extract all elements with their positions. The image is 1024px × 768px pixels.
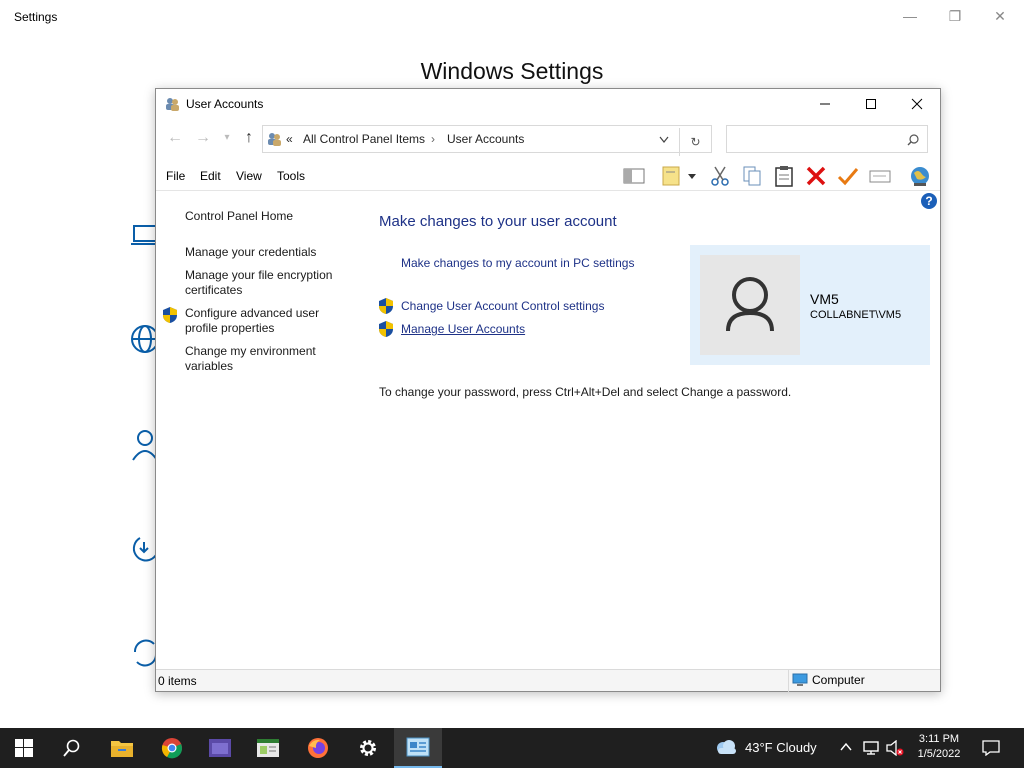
cut-icon[interactable] [708,165,732,187]
cloudy-weather-icon[interactable] [714,739,738,755]
taskbar-file-explorer[interactable] [98,728,146,768]
search-icon [63,739,80,757]
link-manage-credentials[interactable]: Manage your credentials [185,245,355,260]
firefox-icon [308,738,328,758]
restore-icon[interactable]: ❐ [945,8,965,26]
status-divider [788,670,789,692]
account-name: VM5 [810,291,839,307]
refresh-icon: ↻ [690,135,701,149]
minimize-button[interactable] [802,89,848,119]
rename-icon[interactable] [868,165,892,187]
chevron-down-icon[interactable] [659,136,669,144]
recent-locations-chevron-icon[interactable]: ▾ [218,132,236,152]
settings-heading: Windows Settings [420,58,604,84]
weather-label[interactable]: 43°F Cloudy [745,740,817,755]
taskbar-firefox[interactable] [294,728,342,768]
menu-edit[interactable]: Edit [200,169,221,183]
avatar [700,255,800,355]
properties-folder-icon[interactable] [660,165,684,187]
network-icon[interactable] [862,740,880,756]
close-icon[interactable]: ✕ [990,8,1010,26]
breadcrumb-overflow[interactable]: « [286,132,293,146]
link-file-encryption-certificates[interactable]: Manage your file encryption certificates [185,268,355,298]
account-domain: COLLABNET\VM5 [810,309,902,321]
minimize-icon [820,103,830,105]
user-accounts-icon [268,133,281,146]
windows-logo-icon [15,739,33,757]
back-arrow-icon[interactable]: ← [166,129,184,149]
menu-file[interactable]: File [166,169,185,183]
paste-icon[interactable] [772,165,796,187]
start-button[interactable] [0,728,48,768]
control-panel-icon [406,737,430,757]
link-control-panel-home[interactable]: Control Panel Home [185,209,355,224]
maximize-button[interactable] [848,89,894,119]
taskbar-app-purple[interactable] [196,728,244,768]
uac-shield-icon [163,307,177,323]
address-bar[interactable]: « All Control Panel Items › User Account… [262,125,712,156]
checkmark-icon[interactable] [836,165,860,187]
item-count: 0 items [158,674,197,688]
clock-date: 1/5/2022 [917,748,961,760]
network-globe-icon[interactable] [908,165,932,187]
menu-bar: File Edit View Tools [156,159,940,191]
breadcrumb-item-control-panel[interactable]: All Control Panel Items [303,132,425,146]
menu-view[interactable]: View [236,169,262,183]
minimize-icon[interactable]: — [900,8,920,26]
search-button[interactable] [48,728,96,768]
navigation-bar: ← → ▾ ↑ « All Control Panel Items › User… [156,123,940,156]
link-manage-user-accounts[interactable]: Manage User Accounts [401,322,525,336]
window-title: User Accounts [186,97,264,111]
computer-icon [792,673,808,686]
link-uac-settings[interactable]: Change User Account Control settings [401,299,604,313]
forward-arrow-icon[interactable]: → [194,129,212,149]
search-icon [907,134,919,146]
close-icon [911,98,923,110]
search-box[interactable] [726,125,928,153]
app-window-icon [209,739,231,757]
title-bar: User Accounts [156,89,940,119]
taskbar-control-panel[interactable] [394,728,442,768]
user-silhouette-icon [726,277,774,332]
clock[interactable]: 3:11 PM 1/5/2022 [908,732,970,762]
link-advanced-profile-properties[interactable]: Configure advanced user profile properti… [185,306,355,336]
taskbar-chrome[interactable] [148,728,196,768]
help-button[interactable]: ? [921,193,937,209]
password-note: To change your password, press Ctrl+Alt+… [379,385,792,399]
refresh-button[interactable]: ↻ [679,128,711,156]
document-window-icon [257,739,279,757]
user-accounts-window: User Accounts ← → ▾ ↑ « All Control Pane… [155,88,941,692]
location-label: Computer [812,673,865,687]
chevron-down-icon[interactable] [686,165,698,187]
breadcrumb-item-user-accounts[interactable]: User Accounts [447,132,524,146]
account-card: VM5 COLLABNET\VM5 [690,245,930,365]
link-environment-variables[interactable]: Change my environment variables [185,344,355,374]
maximize-icon [866,99,876,109]
page-title: Make changes to your user account [379,213,617,230]
chrome-icon [161,738,182,759]
menu-tools[interactable]: Tools [277,169,305,183]
gear-icon [360,740,376,756]
status-location: Computer [792,673,865,687]
user-accounts-icon [166,98,179,111]
chevron-up-icon[interactable] [840,742,852,752]
volume-muted-icon[interactable] [886,740,904,756]
notification-icon[interactable] [982,740,1000,756]
settings-title: Settings [14,10,58,24]
close-button[interactable] [894,89,940,119]
uac-shield-icon [379,298,393,314]
file-explorer-icon [111,741,133,757]
copy-icon[interactable] [740,165,764,187]
clock-time: 3:11 PM [918,733,960,745]
uac-shield-icon [379,321,393,337]
taskbar-app-green[interactable] [244,728,292,768]
taskbar-settings[interactable] [344,728,392,768]
delete-icon[interactable] [804,165,828,187]
status-bar: 0 items Computer [156,669,940,692]
taskbar: 43°F Cloudy 3:11 PM 1/5/2022 [0,728,1024,768]
preview-pane-icon[interactable] [622,165,646,187]
up-arrow-icon[interactable]: ↑ [240,129,258,149]
link-pc-settings[interactable]: Make changes to my account in PC setting… [401,256,634,270]
breadcrumb-separator-icon[interactable]: › [431,132,435,146]
